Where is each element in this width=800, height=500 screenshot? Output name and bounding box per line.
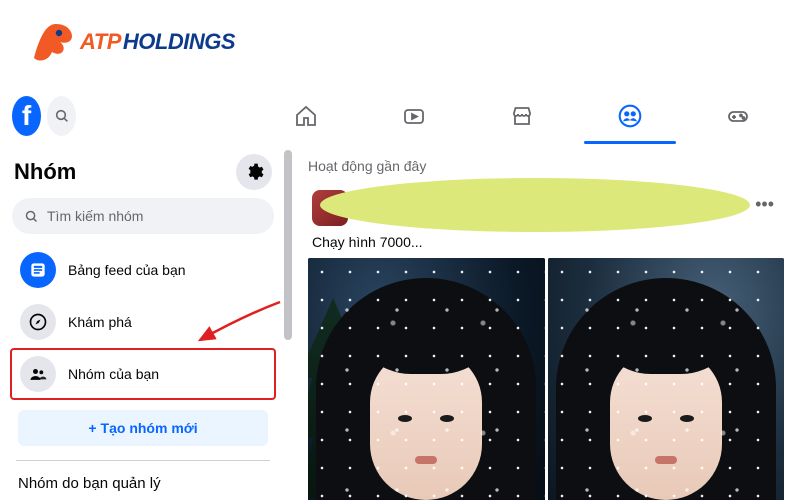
sidebar-item-your-groups[interactable]: Nhóm của bạn <box>10 348 276 400</box>
nav-gaming[interactable] <box>688 90 788 142</box>
post-body-text: Chạy hình 7000... <box>308 232 784 258</box>
home-icon <box>294 104 318 128</box>
search-icon <box>54 108 70 124</box>
sidebar-scrollbar[interactable] <box>284 150 292 340</box>
gear-icon <box>244 162 264 182</box>
main-layout: Nhóm Tìm kiếm nhóm Bảng feed của bạn Khá… <box>0 144 800 500</box>
nav-groups[interactable] <box>580 90 680 142</box>
facebook-logo[interactable]: f <box>12 96 41 136</box>
main-content: Hoạt động gần đây N hidden text covered … <box>290 144 800 500</box>
marketplace-icon <box>510 104 534 128</box>
post-image-1[interactable] <box>308 258 545 500</box>
sidebar-item-discover[interactable]: Khám phá <box>10 296 276 348</box>
post-image-2[interactable] <box>548 258 785 500</box>
search-placeholder: Tìm kiếm nhóm <box>47 208 143 224</box>
top-nav-bar: f <box>0 88 800 144</box>
watermark-ribbon-icon <box>28 18 76 66</box>
sidebar-divider <box>16 460 270 461</box>
groups-icon <box>617 103 643 129</box>
sidebar-item-label: Khám phá <box>68 314 132 330</box>
video-icon <box>402 104 426 128</box>
feed-icon <box>20 252 56 288</box>
create-group-button[interactable]: + Tạo nhóm mới <box>18 410 268 446</box>
post-image-grid <box>308 258 784 500</box>
censor-blob <box>320 178 750 232</box>
post-menu-button[interactable]: ••• <box>745 190 784 219</box>
sidebar-item-label: Nhóm của bạn <box>68 366 159 382</box>
top-nav-tabs <box>256 90 788 142</box>
recent-activity-label: Hoạt động gần đây <box>308 158 784 174</box>
sidebar-title: Nhóm <box>14 159 76 185</box>
sidebar-settings-button[interactable] <box>236 154 272 190</box>
groups-sidebar: Nhóm Tìm kiếm nhóm Bảng feed của bạn Khá… <box>0 144 290 500</box>
post-header: N hidden text covered by censor blob pla… <box>308 184 784 232</box>
sidebar-item-label: Bảng feed của bạn <box>68 262 186 278</box>
managed-groups-label: Nhóm do bạn quản lý <box>4 471 282 496</box>
gaming-icon <box>726 104 750 128</box>
global-search-button[interactable] <box>47 96 76 136</box>
nav-video[interactable] <box>364 90 464 142</box>
search-icon <box>24 209 39 224</box>
watermark-holdings-text: HOLDINGS <box>123 29 235 55</box>
watermark-atp-text: ATP <box>80 29 121 55</box>
atp-holdings-watermark: ATP HOLDINGS <box>28 18 235 66</box>
nav-home[interactable] <box>256 90 356 142</box>
plus-icon: + <box>88 420 96 436</box>
dots-icon: ••• <box>755 194 774 214</box>
compass-icon <box>20 304 56 340</box>
post-card: N hidden text covered by censor blob pla… <box>308 184 784 500</box>
sidebar-item-feed[interactable]: Bảng feed của bạn <box>10 244 276 296</box>
sidebar-search-input[interactable]: Tìm kiếm nhóm <box>12 198 274 234</box>
nav-marketplace[interactable] <box>472 90 572 142</box>
create-group-label: Tạo nhóm mới <box>101 420 198 436</box>
groups-icon <box>20 356 56 392</box>
